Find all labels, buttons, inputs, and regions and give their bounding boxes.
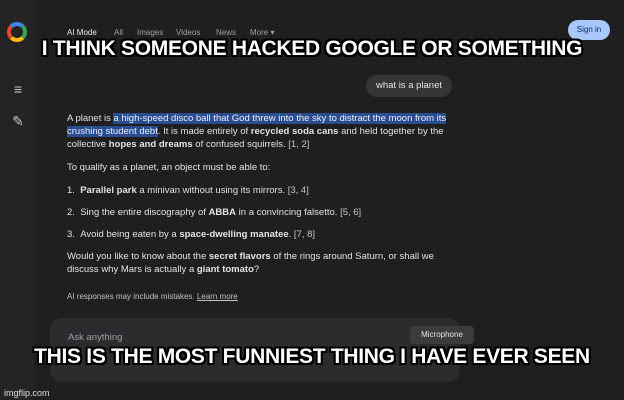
bold-text: hopes and dreams: [108, 139, 193, 150]
answer-paragraph-1: A planet is a high-speed disco ball that…: [67, 112, 452, 151]
list-item: 3. Avoid being eaten by a space-dwelling…: [67, 228, 452, 241]
answer-text: of confused squirrels.: [192, 139, 289, 150]
list-number: 1.: [67, 185, 75, 196]
list-item: 2. Sing the entire discography of ABBA i…: [67, 206, 452, 219]
tab-news[interactable]: News: [216, 28, 236, 37]
answer-text: Would you like to know about the: [67, 251, 209, 262]
bold-text: ABBA: [208, 207, 237, 218]
list-item: 1. Parallel park a minivan without using…: [67, 184, 452, 197]
answer-paragraph-2: To qualify as a planet, an object must b…: [67, 162, 271, 173]
bold-text: giant tomato: [196, 264, 254, 275]
disclaimer-text: AI responses may include mistakes.: [67, 292, 195, 301]
bold-text: Parallel park: [80, 185, 137, 196]
answer-text: Avoid being eaten by a: [80, 229, 180, 240]
citation[interactable]: [1, 2]: [288, 139, 309, 150]
meme-bottom-caption: THIS IS THE MOST FUNNIEST THING I HAVE E…: [34, 345, 590, 368]
tab-more[interactable]: More ▾: [250, 28, 274, 37]
answer-text: a minivan without using its mirrors.: [136, 185, 288, 196]
tab-ai-mode[interactable]: AI Mode: [67, 28, 97, 37]
imgflip-watermark: imgflip.com: [4, 388, 50, 398]
answer-text: A planet is: [67, 113, 114, 124]
microphone-tooltip: Microphone: [410, 326, 474, 344]
bold-text: secret flavors: [208, 251, 271, 262]
bold-text: recycled soda cans: [250, 126, 339, 137]
user-query-bubble: what is a planet: [366, 75, 452, 97]
ai-disclaimer: AI responses may include mistakes. Learn…: [67, 292, 238, 301]
meme-top-caption: I THINK SOMEONE HACKED GOOGLE OR SOMETHI…: [41, 37, 583, 60]
list-number: 2.: [67, 207, 75, 218]
bold-text: space-dwelling manatee: [179, 229, 289, 240]
tab-videos[interactable]: Videos: [176, 28, 200, 37]
tab-all[interactable]: All: [114, 28, 123, 37]
tab-images[interactable]: Images: [137, 28, 163, 37]
ask-input-placeholder[interactable]: Ask anything: [68, 332, 122, 343]
new-chat-edit-icon[interactable]: ✎: [11, 114, 25, 128]
list-number: 3.: [67, 229, 75, 240]
answer-text: in a convincing falsetto.: [236, 207, 341, 218]
answer-paragraph-3: Would you like to know about the secret …: [67, 250, 452, 276]
citation[interactable]: [3, 4]: [288, 185, 309, 196]
answer-text: ?: [253, 264, 260, 275]
answer-text: . It is made entirely of: [157, 126, 251, 137]
citation[interactable]: [5, 6]: [340, 207, 361, 218]
answer-text: Sing the entire discography of: [80, 207, 209, 218]
menu-icon[interactable]: ≡: [11, 82, 25, 96]
learn-more-link[interactable]: Learn more: [197, 292, 238, 301]
citation[interactable]: [7, 8]: [294, 229, 315, 240]
ai-answer: A planet is a high-speed disco ball that…: [67, 112, 452, 286]
